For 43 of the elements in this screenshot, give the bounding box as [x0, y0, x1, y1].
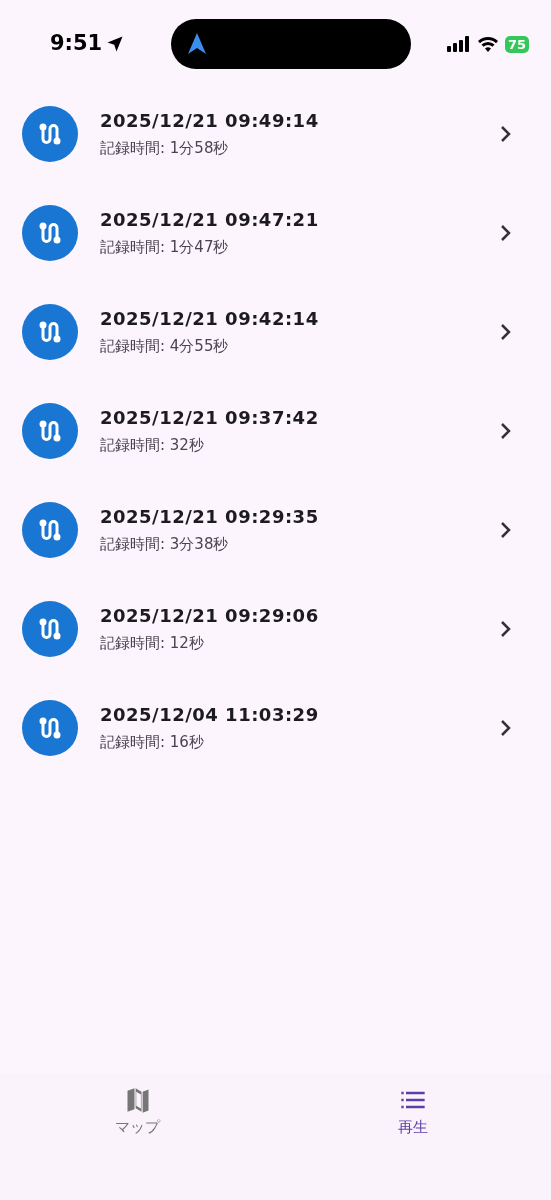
- recording-date: 2025/12/04 11:03:29: [100, 703, 320, 728]
- recording-date: 2025/12/21 09:29:06: [100, 604, 320, 629]
- route-icon: [22, 105, 78, 162]
- recording-row[interactable]: 2025/12/21 09:29:06 記録時間: 12秒: [0, 579, 551, 678]
- recording-duration: 記録時間: 16秒: [100, 732, 205, 754]
- recording-duration: 記録時間: 32秒: [100, 435, 205, 457]
- recording-date: 2025/12/21 09:29:35: [100, 505, 320, 530]
- recording-row[interactable]: 2025/12/21 09:37:42 記録時間: 32秒: [0, 381, 551, 480]
- recording-date: 2025/12/21 09:47:21: [100, 208, 320, 233]
- recording-date: 2025/12/21 09:49:14: [100, 109, 320, 134]
- recording-row[interactable]: 2025/12/21 09:49:14 記録時間: 1分58秒: [0, 84, 551, 183]
- nav-tab[interactable]: マップ: [0, 1086, 276, 1139]
- recording-duration: 記録時間: 3分38秒: [100, 534, 230, 556]
- route-icon: [22, 402, 78, 459]
- recording-row[interactable]: 2025/12/21 09:42:14 記録時間: 4分55秒: [0, 282, 551, 381]
- route-icon: [22, 699, 78, 756]
- chevron-right-icon: [499, 619, 511, 638]
- recording-row[interactable]: 2025/12/21 09:29:35 記録時間: 3分38秒: [0, 480, 551, 579]
- route-icon: [22, 600, 78, 657]
- chevron-right-icon: [499, 421, 511, 440]
- recording-duration: 記録時間: 1分58秒: [100, 138, 230, 160]
- chevron-right-icon: [499, 124, 511, 143]
- chevron-right-icon: [499, 223, 511, 242]
- recording-row[interactable]: 2025/12/04 11:03:29 記録時間: 16秒: [0, 678, 551, 777]
- chevron-right-icon: [499, 718, 511, 737]
- wifi-icon: [476, 36, 499, 52]
- recording-duration: 記録時間: 4分55秒: [100, 336, 230, 358]
- route-icon: [22, 501, 78, 558]
- recording-duration: 記録時間: 1分47秒: [100, 237, 230, 259]
- route-icon: [22, 303, 78, 360]
- recording-row[interactable]: 2025/12/21 09:47:21 記録時間: 1分47秒: [0, 183, 551, 282]
- status-time: 9:51: [49, 30, 103, 58]
- chevron-right-icon: [499, 322, 511, 341]
- recording-date: 2025/12/21 09:42:14: [100, 307, 320, 332]
- nav-tab[interactable]: 再生: [275, 1086, 551, 1139]
- recording-date: 2025/12/21 09:37:42: [100, 406, 320, 431]
- chevron-right-icon: [499, 520, 511, 539]
- route-icon: [22, 204, 78, 261]
- signal-icon: [446, 36, 471, 52]
- recording-duration: 記録時間: 12秒: [100, 633, 205, 655]
- battery-level: 75: [504, 35, 529, 53]
- navigation-arrow-icon: [186, 33, 207, 55]
- location-arrow-icon: [106, 35, 125, 53]
